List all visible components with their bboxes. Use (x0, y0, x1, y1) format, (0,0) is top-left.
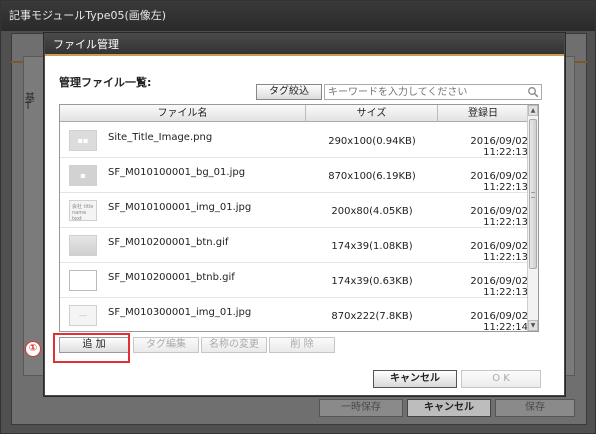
chevron-down-icon[interactable]: ▼ (528, 320, 538, 331)
ok-button[interactable]: O K (461, 370, 541, 388)
file-name: SF_M010100001_img_01.jpg (108, 202, 252, 213)
step-marker: ① (25, 341, 41, 357)
file-table: ファイル名 サイズ 登録日 ▪▪ Site_Title_Image.png 29… (59, 104, 539, 332)
background-stub-2: T (25, 101, 32, 112)
file-name: SF_M010200001_btn.gif (108, 237, 229, 248)
image-icon: ▪ (80, 171, 86, 180)
file-date: 2016/09/02 11:22:13 (470, 206, 528, 228)
background-temp-save-button[interactable]: 一時保存 (319, 399, 403, 417)
tag-filter-button[interactable]: タグ絞込 (256, 84, 322, 100)
image-icon: ▪▪ (77, 136, 89, 145)
chevron-up-icon[interactable]: ▲ (528, 105, 538, 116)
file-name: Site_Title_Image.png (108, 132, 213, 143)
table-header: ファイル名 サイズ 登録日 (60, 105, 528, 122)
table-row[interactable]: SF_M010200001_btnb.gif 174x39(0.63KB) 20… (60, 263, 528, 298)
grip-icon (531, 192, 535, 198)
file-thumbnail (69, 235, 97, 256)
search-input[interactable] (325, 85, 525, 99)
file-thumbnail: 会社 title name text (69, 200, 97, 222)
tag-edit-button[interactable]: タグ編集 (133, 337, 199, 353)
column-header-date[interactable]: 登録日 (438, 105, 528, 122)
file-name: SF_M010200001_btnb.gif (108, 272, 235, 283)
table-row[interactable]: SF_M010200001_btn.gif 174x39(1.08KB) 201… (60, 228, 528, 263)
table-row[interactable]: 会社 title name text SF_M010100001_img_01.… (60, 193, 528, 228)
file-size: 870x222(7.8KB) (331, 311, 413, 322)
file-list-caption: 管理ファイル一覧: (59, 76, 152, 89)
search-box (324, 84, 542, 100)
table-row[interactable]: — SF_M010300001_img_01.jpg 870x222(7.8KB… (60, 298, 528, 332)
table-row[interactable]: ▪▪ Site_Title_Image.png 290x100(0.94KB) … (60, 123, 528, 158)
table-row[interactable]: ▪ SF_M010100001_bg_01.jpg 870x100(6.19KB… (60, 158, 528, 193)
rename-button[interactable]: 名称の変更 (201, 337, 267, 353)
image-icon: — (79, 311, 87, 320)
file-thumbnail: ▪ (69, 165, 97, 186)
background-window-title: 記事モジュールType05(画像左) (1, 1, 595, 31)
table-scrollbar[interactable]: ▲ ▼ (527, 105, 538, 331)
file-size: 200x80(4.05KB) (331, 206, 413, 217)
cancel-button[interactable]: キャンセル (373, 370, 457, 388)
delete-button[interactable]: 削 除 (269, 337, 335, 353)
file-thumbnail: — (69, 305, 97, 326)
column-header-filename[interactable]: ファイル名 (60, 105, 306, 122)
file-size: 174x39(1.08KB) (331, 241, 413, 252)
dialog-title: ファイル管理 (45, 34, 564, 56)
file-size: 174x39(0.63KB) (331, 276, 413, 287)
file-date: 2016/09/02 11:22:13 (470, 241, 528, 263)
add-button-highlight (53, 333, 130, 363)
background-cancel-button[interactable]: キャンセル (407, 399, 491, 417)
scrollbar-thumb[interactable] (529, 119, 537, 269)
file-date: 2016/09/02 11:22:13 (470, 171, 528, 193)
file-thumbnail (69, 270, 97, 291)
file-size: 290x100(0.94KB) (328, 136, 416, 147)
file-date: 2016/09/02 11:22:14 (470, 311, 528, 332)
file-date: 2016/09/02 11:22:13 (470, 136, 528, 158)
thumbnail-caption: 会社 title name text (72, 204, 94, 222)
file-size: 870x100(6.19KB) (328, 171, 416, 182)
table-body: ▪▪ Site_Title_Image.png 290x100(0.94KB) … (60, 123, 528, 332)
file-name: SF_M010300001_img_01.jpg (108, 307, 252, 318)
search-icon[interactable] (527, 86, 539, 98)
background-save-button[interactable]: 保存 (495, 399, 575, 417)
file-thumbnail: ▪▪ (69, 130, 97, 151)
file-name: SF_M010100001_bg_01.jpg (108, 167, 246, 178)
file-date: 2016/09/02 11:22:13 (470, 276, 528, 298)
column-header-size[interactable]: サイズ (306, 105, 438, 122)
